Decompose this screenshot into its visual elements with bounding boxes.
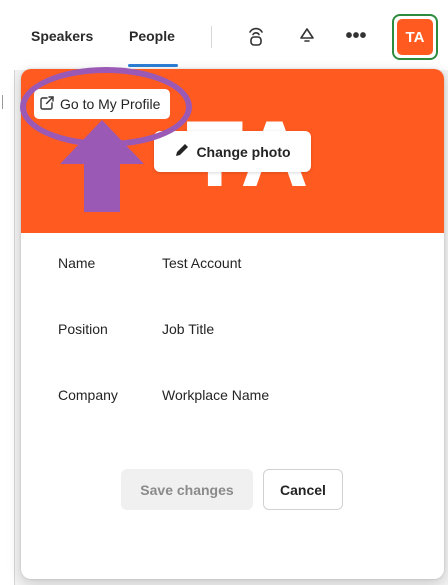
- go-to-my-profile-label: Go to My Profile: [60, 96, 161, 112]
- tab-speakers[interactable]: Speakers: [31, 28, 93, 44]
- background-panel: [0, 0, 15, 585]
- pencil-icon: [174, 142, 190, 161]
- more-icon[interactable]: •••: [343, 22, 369, 50]
- save-changes-button[interactable]: Save changes: [121, 469, 253, 510]
- company-value[interactable]: Workplace Name: [162, 387, 269, 403]
- broadcast-icon[interactable]: [243, 22, 269, 50]
- position-value[interactable]: Job Title: [162, 321, 214, 337]
- avatar: TA: [397, 19, 433, 55]
- company-label: Company: [58, 387, 118, 403]
- profile-card: TA Change photo Name Test Account Positi…: [21, 69, 444, 579]
- avatar-button[interactable]: TA: [392, 14, 438, 60]
- change-photo-label: Change photo: [196, 143, 291, 160]
- bell-icon[interactable]: [294, 22, 320, 50]
- go-to-my-profile-button[interactable]: Go to My Profile: [34, 89, 170, 119]
- background-edge-mark: [2, 95, 13, 109]
- active-tab-indicator: [128, 64, 178, 67]
- change-photo-button[interactable]: Change photo: [154, 131, 311, 172]
- top-bar: Speakers People ••• TA: [0, 0, 448, 70]
- name-value[interactable]: Test Account: [162, 255, 241, 271]
- name-label: Name: [58, 255, 96, 271]
- toolbar-divider: [211, 26, 212, 48]
- cancel-button[interactable]: Cancel: [263, 469, 343, 510]
- external-link-icon: [39, 95, 55, 114]
- position-label: Position: [58, 321, 108, 337]
- tab-people[interactable]: People: [129, 28, 175, 44]
